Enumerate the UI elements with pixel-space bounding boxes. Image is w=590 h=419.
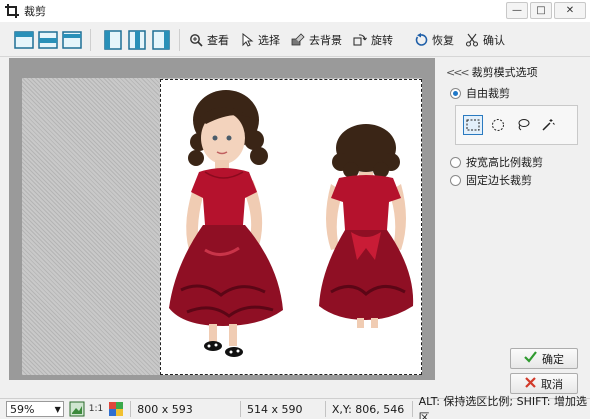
coordinates-readout: X,Y: 806, 546	[324, 401, 406, 417]
status-bar: 59% ▼ 1:1 800 x 593 514 x 590 X,Y: 806, …	[0, 395, 590, 419]
cross-icon	[525, 376, 536, 391]
selection-tool-box	[455, 105, 578, 145]
doll-back-image	[319, 124, 414, 328]
zoom-icon	[188, 32, 204, 48]
layout-right-strip-button[interactable]	[151, 29, 171, 50]
keyboard-hint: ALT: 保持选区比例; SHIFT: 增加选区	[411, 395, 590, 419]
crop-icon	[5, 4, 19, 18]
fit-to-window-icon[interactable]	[69, 401, 85, 417]
toolbar: 查看 选择 去背景 旋转 恢复 确认	[0, 23, 590, 57]
toolbar-divider	[179, 28, 180, 51]
confirm-toolbar-button[interactable]: 确认	[464, 28, 505, 52]
image-size-readout: 800 x 593	[130, 401, 234, 417]
layout-bottom-strip-button[interactable]	[38, 30, 58, 50]
doll-front-image	[169, 90, 283, 357]
collapse-chevrons-icon: <<<	[446, 65, 470, 79]
rect-select-icon[interactable]	[463, 115, 483, 135]
fixed-crop-radio[interactable]	[450, 174, 461, 186]
chevron-down-icon: ▼	[54, 404, 61, 414]
cancel-button[interactable]: 取消	[510, 373, 578, 394]
layout-left-strip-button[interactable]	[103, 29, 123, 50]
magic-wand-icon[interactable]	[538, 115, 558, 135]
rotate-button[interactable]: 旋转	[352, 28, 393, 52]
layout-top-strip-button[interactable]	[14, 30, 34, 50]
ratio-crop-option[interactable]: 按宽高比例裁剪	[450, 153, 590, 171]
title-bar: 裁剪 — □ ✕	[0, 0, 590, 22]
window-title: 裁剪	[24, 5, 46, 18]
rotate-icon	[352, 32, 368, 48]
undo-icon	[413, 32, 429, 48]
cursor-icon	[239, 32, 255, 48]
toolbar-divider	[90, 28, 91, 51]
lasso-icon[interactable]	[513, 115, 533, 135]
checkmark-icon	[524, 351, 537, 366]
crop-selection-image[interactable]	[160, 79, 422, 375]
ok-button[interactable]: 确定	[510, 348, 578, 369]
select-button[interactable]: 选择	[239, 28, 280, 52]
minimize-button[interactable]: —	[506, 2, 528, 19]
actual-size-button[interactable]: 1:1	[89, 404, 103, 414]
remove-background-button[interactable]: 去背景	[290, 28, 342, 52]
color-grid-icon[interactable]	[108, 401, 124, 417]
zoom-dropdown[interactable]: 59% ▼	[6, 401, 64, 417]
free-crop-option[interactable]: 自由裁剪	[450, 84, 590, 102]
scissors-icon	[464, 32, 480, 48]
crop-options-panel: <<< 裁剪模式选项 自由裁剪 按宽高比例裁剪 固定边长裁剪	[440, 58, 590, 380]
fixed-crop-option[interactable]: 固定边长裁剪	[450, 171, 590, 189]
ellipse-select-icon[interactable]	[488, 115, 508, 135]
maximize-button[interactable]: □	[530, 2, 552, 19]
layout-middle-strip-button[interactable]	[62, 30, 82, 50]
ratio-crop-radio[interactable]	[450, 156, 461, 168]
stamp-icon	[290, 32, 306, 48]
free-crop-radio[interactable]	[450, 87, 461, 99]
layout-center-strip-button[interactable]	[127, 29, 147, 50]
close-button[interactable]: ✕	[554, 2, 586, 19]
restore-button[interactable]: 恢复	[413, 28, 454, 52]
selection-size-readout: 514 x 590	[239, 401, 319, 417]
panel-header[interactable]: <<< 裁剪模式选项	[446, 64, 590, 80]
view-button[interactable]: 查看	[188, 28, 229, 52]
